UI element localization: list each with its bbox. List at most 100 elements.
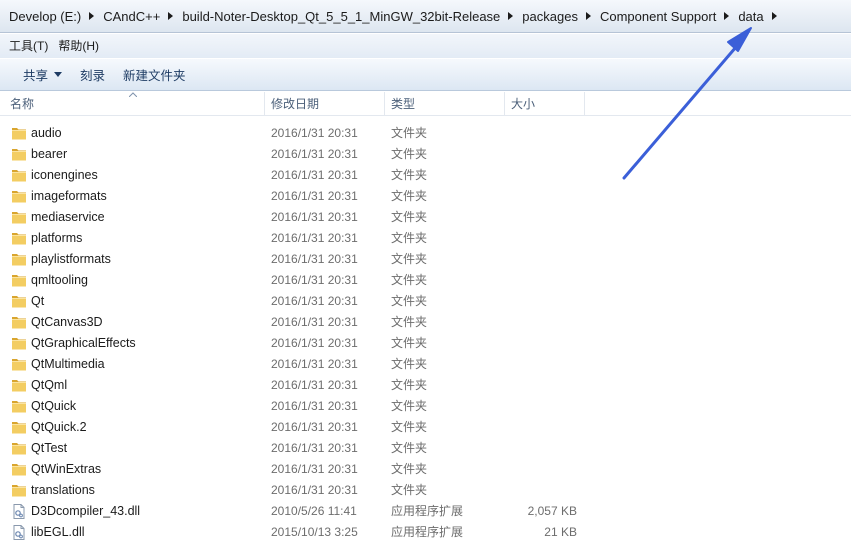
file-size — [504, 123, 577, 144]
breadcrumb-label: data — [738, 8, 764, 24]
file-row[interactable]: QtGraphicalEffects 2016/1/31 20:31 文件夹 — [0, 333, 851, 354]
file-row[interactable]: mediaservice 2016/1/31 20:31 文件夹 — [0, 207, 851, 228]
breadcrumb-folder[interactable]: packages — [519, 4, 581, 28]
file-row[interactable]: libEGL.dll 2015/10/13 3:25 应用程序扩展 21 KB — [0, 522, 851, 543]
file-size — [504, 207, 577, 228]
file-type: 应用程序扩展 — [391, 504, 464, 518]
file-type: 文件夹 — [391, 147, 428, 161]
breadcrumb-chevron-icon[interactable] — [84, 4, 100, 28]
file-name: libEGL.dll — [31, 525, 85, 539]
file-row[interactable]: playlistformats 2016/1/31 20:31 文件夹 — [0, 249, 851, 270]
file-date: 2016/1/31 20:31 — [271, 252, 358, 266]
file-row[interactable]: translations 2016/1/31 20:31 文件夹 — [0, 480, 851, 501]
column-header-name[interactable]: 名称 — [0, 92, 264, 116]
file-size — [504, 144, 577, 165]
burn-button[interactable]: 刻录 — [71, 62, 114, 88]
file-size — [504, 417, 577, 438]
file-row[interactable]: qmltooling 2016/1/31 20:31 文件夹 — [0, 270, 851, 291]
breadcrumb-chevron-icon[interactable] — [581, 4, 597, 28]
breadcrumb-current[interactable]: data — [735, 4, 766, 28]
file-date: 2016/1/31 20:31 — [271, 147, 358, 161]
breadcrumb-label: Component Support — [599, 8, 717, 24]
breadcrumb-chevron-icon[interactable] — [719, 4, 735, 28]
folder-icon — [11, 126, 27, 141]
file-type: 文件夹 — [391, 315, 428, 329]
folder-icon — [11, 483, 27, 498]
new-folder-label: 新建文件夹 — [123, 69, 186, 83]
file-row[interactable]: D3Dcompiler_43.dll 2010/5/26 11:41 应用程序扩展 2… — [0, 501, 851, 522]
folder-icon — [11, 399, 27, 414]
column-header-size[interactable]: 大小 — [504, 92, 584, 116]
file-row[interactable]: QtCanvas3D 2016/1/31 20:31 文件夹 — [0, 312, 851, 333]
file-row[interactable]: bearer 2016/1/31 20:31 文件夹 — [0, 144, 851, 165]
file-row[interactable]: audio 2016/1/31 20:31 文件夹 — [0, 123, 851, 144]
file-size — [504, 396, 577, 417]
share-button[interactable]: 共享 — [14, 62, 71, 88]
file-size — [504, 438, 577, 459]
folder-icon — [11, 357, 27, 372]
file-row[interactable]: platforms 2016/1/31 20:31 文件夹 — [0, 228, 851, 249]
file-date: 2016/1/31 20:31 — [271, 378, 358, 392]
dll-file-icon — [11, 525, 27, 540]
menu-bar: 工具(T) 帮助(H) — [0, 34, 851, 58]
menu-help[interactable]: 帮助(H) — [53, 34, 104, 58]
folder-icon — [11, 210, 27, 225]
file-name: mediaservice — [31, 210, 105, 224]
file-type: 文件夹 — [391, 378, 428, 392]
column-header-date[interactable]: 修改日期 — [264, 92, 384, 116]
file-name: platforms — [31, 231, 83, 245]
menu-tools[interactable]: 工具(T) — [4, 34, 53, 58]
file-size — [504, 291, 577, 312]
file-row[interactable]: QtWinExtras 2016/1/31 20:31 文件夹 — [0, 459, 851, 480]
file-date: 2015/10/13 3:25 — [271, 525, 358, 539]
breadcrumb-folder[interactable]: Component Support — [597, 4, 719, 28]
breadcrumb-chevron-icon[interactable] — [503, 4, 519, 28]
folder-icon — [11, 294, 27, 309]
breadcrumb-folder[interactable]: CAndC++ — [100, 4, 163, 28]
file-name: QtQuick.2 — [31, 420, 87, 434]
breadcrumb-folder[interactable]: build-Noter-Desktop_Qt_5_5_1_MinGW_32bit… — [179, 4, 503, 28]
file-row[interactable]: QtQuick.2 2016/1/31 20:31 文件夹 — [0, 417, 851, 438]
file-name: D3Dcompiler_43.dll — [31, 504, 141, 518]
file-name: QtQml — [31, 378, 68, 392]
dll-file-icon — [11, 504, 27, 519]
address-bar[interactable]: Develop (E:) CAndC++ build-Noter-Desktop… — [0, 0, 851, 33]
file-type: 文件夹 — [391, 420, 428, 434]
column-header-type[interactable]: 类型 — [384, 92, 504, 116]
file-row[interactable]: imageformats 2016/1/31 20:31 文件夹 — [0, 186, 851, 207]
folder-icon — [11, 189, 27, 204]
breadcrumb-drive[interactable]: Develop (E:) — [6, 4, 84, 28]
file-row[interactable]: QtQuick 2016/1/31 20:31 文件夹 — [0, 396, 851, 417]
burn-label: 刻录 — [80, 69, 106, 83]
file-date: 2016/1/31 20:31 — [271, 399, 358, 413]
breadcrumb-chevron-icon[interactable] — [767, 4, 783, 28]
file-size: 21 KB — [544, 525, 577, 539]
breadcrumb-label: build-Noter-Desktop_Qt_5_5_1_MinGW_32bit… — [182, 8, 501, 24]
column-divider — [584, 92, 585, 116]
file-name: QtCanvas3D — [31, 315, 103, 329]
breadcrumb-chevron-icon[interactable] — [163, 4, 179, 28]
file-type: 文件夹 — [391, 399, 428, 413]
file-name: iconengines — [31, 168, 98, 182]
file-size — [504, 375, 577, 396]
file-size — [504, 249, 577, 270]
file-row[interactable]: Qt 2016/1/31 20:31 文件夹 — [0, 291, 851, 312]
file-row[interactable]: QtTest 2016/1/31 20:31 文件夹 — [0, 438, 851, 459]
file-row[interactable]: iconengines 2016/1/31 20:31 文件夹 — [0, 165, 851, 186]
file-type: 文件夹 — [391, 357, 428, 371]
file-size — [504, 270, 577, 291]
file-date: 2016/1/31 20:31 — [271, 189, 358, 203]
file-size — [504, 354, 577, 375]
chevron-down-icon — [54, 72, 63, 77]
file-type: 应用程序扩展 — [391, 525, 464, 539]
file-name: QtMultimedia — [31, 357, 105, 371]
file-type: 文件夹 — [391, 189, 428, 203]
file-date: 2010/5/26 11:41 — [271, 504, 357, 518]
file-type: 文件夹 — [391, 462, 428, 476]
file-row[interactable]: QtQml 2016/1/31 20:31 文件夹 — [0, 375, 851, 396]
file-name: Qt — [31, 294, 45, 308]
file-type: 文件夹 — [391, 168, 428, 182]
file-row[interactable]: QtMultimedia 2016/1/31 20:31 文件夹 — [0, 354, 851, 375]
new-folder-button[interactable]: 新建文件夹 — [114, 62, 195, 88]
file-size — [504, 480, 577, 501]
